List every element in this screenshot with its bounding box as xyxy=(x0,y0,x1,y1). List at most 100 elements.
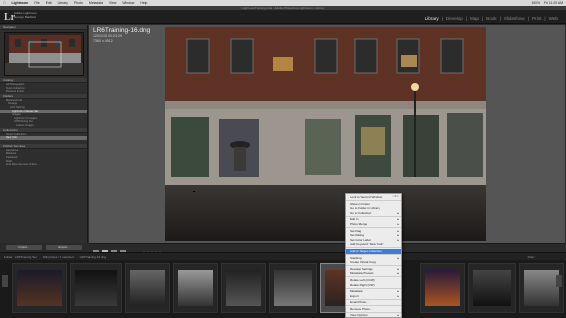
thumb-image xyxy=(274,270,312,306)
context-menu-item[interactable]: View Options ▸ xyxy=(346,313,401,318)
publish-row[interactable]: Find More Services Online... xyxy=(0,163,87,167)
submenu-arrow-icon: ▸ xyxy=(397,293,399,298)
menu-item-label: Set Color Label xyxy=(350,237,371,242)
module-web[interactable]: Web xyxy=(549,16,558,21)
context-menu-item[interactable]: Remove Photo... xyxy=(346,307,401,312)
context-menu-item[interactable]: Rotate Right (CW) xyxy=(346,283,401,288)
context-menu-item[interactable]: Add Keyword "New York" xyxy=(346,242,401,247)
menu-item-label: Email Photo... xyxy=(350,300,369,305)
battery-status: 100% xyxy=(531,1,541,5)
thumb-image xyxy=(178,270,213,306)
menu-window[interactable]: Window xyxy=(122,1,134,5)
menu-item-label: Show in Finder xyxy=(350,201,371,206)
filmstrip-thumb[interactable] xyxy=(125,263,170,313)
module-library[interactable]: Library xyxy=(425,16,439,21)
import-button[interactable]: Import... xyxy=(6,245,42,250)
left-panel: Navigator Catalog All Photographs Quick … xyxy=(0,25,88,243)
menu-item-label: Metadata Presets xyxy=(350,271,374,276)
import-export-bar: Import... Export... xyxy=(0,243,88,252)
thumb-image xyxy=(17,270,62,306)
menu-shortcut: ⇧⌘↵ xyxy=(392,195,399,198)
menu-item-label: Add to Target Collection xyxy=(350,248,382,253)
menu-item-label: Go to Collection xyxy=(350,210,372,215)
context-menu-item[interactable]: Export ▸ xyxy=(346,294,401,299)
context-menu-item[interactable]: Create Virtual Copy xyxy=(346,260,401,265)
module-book[interactable]: Book xyxy=(486,16,496,21)
main-photo[interactable] xyxy=(165,27,486,241)
clock: Fri 11:20 AM xyxy=(544,1,563,5)
thumb-image xyxy=(226,270,261,306)
export-button[interactable]: Export... xyxy=(46,245,82,250)
filmstrip-thumb[interactable] xyxy=(468,263,516,313)
filmstrip-thumb[interactable] xyxy=(12,263,67,313)
submenu-arrow-icon: ▸ xyxy=(397,271,399,276)
menu-file[interactable]: File xyxy=(34,1,39,5)
toolbar xyxy=(89,243,565,255)
filmstrip-thumb[interactable] xyxy=(70,263,122,313)
menu-item-label: Photo Merge xyxy=(350,221,368,226)
menu-app[interactable]: Lightroom xyxy=(12,1,29,5)
module-picker: Library | Develop | Map | Book | Slideshow | … xyxy=(424,16,558,21)
submenu-arrow-icon: ▸ xyxy=(397,313,399,318)
menu-help[interactable]: Help xyxy=(140,1,147,5)
info-dims: 7360 x 4912 xyxy=(93,38,113,43)
context-menu-item[interactable]: Photo Merge ▸ xyxy=(346,222,401,227)
filmstrip-thumb[interactable] xyxy=(519,263,564,313)
module-print[interactable]: Print xyxy=(532,16,541,21)
street-scene-image xyxy=(165,27,486,241)
navigator-header[interactable]: Navigator xyxy=(0,25,87,30)
menu-item-label: Lock to Second Window xyxy=(350,195,383,199)
apple-icon[interactable]:  xyxy=(3,1,6,5)
identity-text: Adobe Lightroom George Banfield xyxy=(14,11,37,19)
filmstrip-header: Folder : LR6Training Set 108 photos / 1 … xyxy=(0,252,566,260)
menu-metadata[interactable]: Metadata xyxy=(89,1,103,5)
menu-item-label: Edit In xyxy=(350,217,359,222)
menu-item-label: Set Flag xyxy=(350,228,362,233)
menu-edit[interactable]: Edit xyxy=(46,1,52,5)
navigator-preview[interactable] xyxy=(4,32,84,76)
menu-item-label: Develop Settings xyxy=(350,266,373,271)
filmstrip-thumb[interactable] xyxy=(173,263,218,313)
menu-item-label: View Options xyxy=(350,313,368,318)
menu-item-label: Set Rating xyxy=(350,233,365,238)
menu-item-label: Rotate Left (CCW) xyxy=(350,277,375,282)
filmstrip-file: LR6Training-16.dng xyxy=(79,254,107,259)
context-menu-item[interactable]: Metadata Presets ▸ xyxy=(346,271,401,276)
filmstrip-scroll-right-icon[interactable] xyxy=(556,275,562,287)
menu-item-label: Rotate Right (CW) xyxy=(350,282,375,287)
menu-view[interactable]: View xyxy=(109,1,116,5)
menu-item-label: Metadata xyxy=(350,289,363,294)
filmstrip-thumb[interactable] xyxy=(420,263,465,313)
filmstrip-scroll-left-icon[interactable] xyxy=(2,275,8,287)
filmstrip-count: 108 photos / 1 selected xyxy=(42,254,74,259)
filmstrip xyxy=(0,260,566,318)
navigator-thumbnail xyxy=(5,33,83,75)
filmstrip-thumb[interactable] xyxy=(269,263,317,313)
thumb-image xyxy=(524,270,559,306)
context-menu-item[interactable]: Email Photo... xyxy=(346,300,401,305)
filmstrip-thumb[interactable] xyxy=(221,263,266,313)
thumb-image xyxy=(75,270,117,306)
thumb-image xyxy=(425,270,460,306)
info-overlay: LR6Training-16.dng 12/01/15 00:23:29 736… xyxy=(93,27,150,43)
menu-item-label: Create Virtual Copy xyxy=(350,260,377,265)
menu-item-label: Stacking xyxy=(350,255,362,260)
menu-library[interactable]: Library xyxy=(58,1,68,5)
submenu-arrow-icon: ▸ xyxy=(397,210,399,215)
filmstrip-filter[interactable]: Filter : xyxy=(528,255,566,259)
menu-item-label: Remove Photo... xyxy=(350,306,373,311)
filmstrip-source[interactable]: Folder : LR6Training Set xyxy=(4,255,37,259)
context-menu-item[interactable]: Lock to Second Window ⇧⌘↵ xyxy=(346,195,401,200)
module-map[interactable]: Map xyxy=(470,16,479,21)
thumb-image xyxy=(473,270,511,306)
context-menu: Lock to Second Window ⇧⌘↵ Show in Finder Go… xyxy=(345,193,402,318)
context-menu-item[interactable]: Add to Target Collection xyxy=(346,248,401,254)
module-develop[interactable]: Develop xyxy=(446,16,463,21)
context-menu-item[interactable]: Go to Collection ▸ xyxy=(346,211,401,216)
menu-item-label: Go to Folder in Library xyxy=(350,206,380,211)
identity-line2: George Banfield xyxy=(14,14,36,19)
menu-photo[interactable]: Photo xyxy=(74,1,83,5)
menu-item-label: Export xyxy=(350,293,359,298)
thumb-image xyxy=(130,270,165,306)
module-slideshow[interactable]: Slideshow xyxy=(504,16,525,21)
